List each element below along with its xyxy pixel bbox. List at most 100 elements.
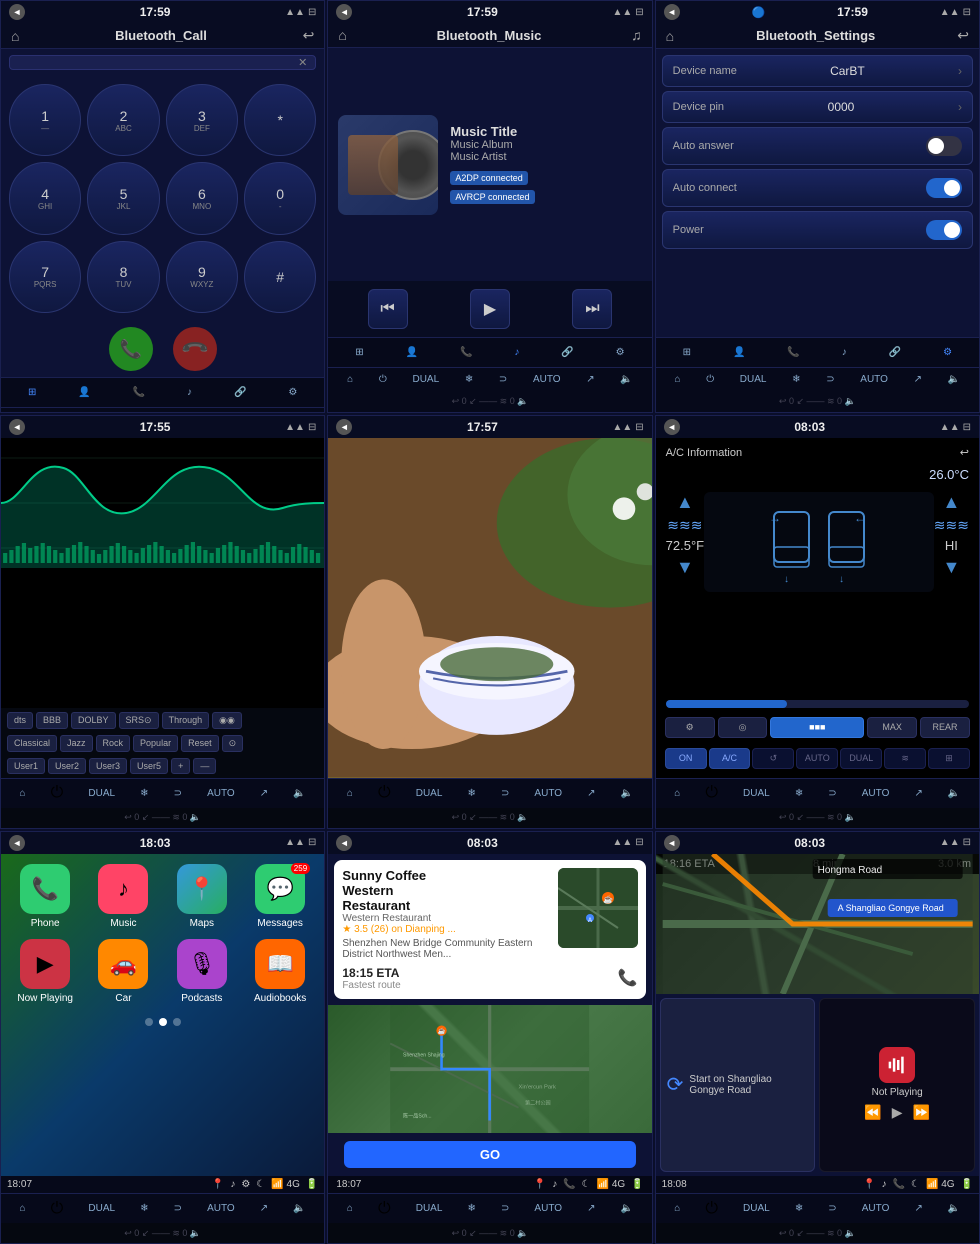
eq-classical[interactable]: Classical xyxy=(7,735,57,752)
ac-down-right[interactable]: ▼ xyxy=(942,557,960,578)
nav-grid-1[interactable]: ⊞ xyxy=(28,387,36,398)
dial-star[interactable]: * xyxy=(244,84,316,156)
nav-home-7[interactable]: ⌂ xyxy=(20,1203,26,1214)
home-icon-1[interactable]: ⌂ xyxy=(11,28,19,44)
ctrl-vol-8[interactable]: 🔈 xyxy=(621,1203,633,1214)
eq-circle[interactable]: ◉◉ xyxy=(212,712,242,729)
ctrl-power-2[interactable]: ⏻ xyxy=(379,374,387,385)
ctrl-car-3[interactable]: ⊃ xyxy=(826,374,834,385)
back-button-6[interactable]: ◄ xyxy=(664,419,680,435)
setting-device-pin[interactable]: Device pin 0000 › xyxy=(662,91,973,123)
ctrl-power-6[interactable]: ⏻ xyxy=(705,784,718,802)
ctrl-vol-2[interactable]: 🔈 xyxy=(620,374,632,385)
ctrl-auto-2[interactable]: AUTO xyxy=(533,374,561,385)
ctrl-snow-9[interactable]: ❄ xyxy=(795,1203,803,1214)
ctrl-car-5[interactable]: ⊃ xyxy=(501,788,509,799)
ctrl-vol-5[interactable]: 🔈 xyxy=(621,788,633,799)
back-button-4[interactable]: ◄ xyxy=(9,419,25,435)
ctrl-dual-3[interactable]: DUAL xyxy=(740,374,767,385)
ctrl-arr-7[interactable]: ↗ xyxy=(260,1203,268,1214)
ac-on-btn[interactable]: ON xyxy=(665,748,707,769)
eq-popular[interactable]: Popular xyxy=(133,735,178,752)
ctrl-home-3[interactable]: ⌂ xyxy=(674,374,680,385)
ctrl-dual-5[interactable]: DUAL xyxy=(416,788,443,799)
ctrl-snow-6[interactable]: ❄ xyxy=(795,788,803,799)
ctrl-power-5[interactable]: ⏻ xyxy=(378,784,391,802)
dot-1[interactable] xyxy=(145,1018,153,1026)
ctrl-car-7[interactable]: ⊃ xyxy=(174,1203,182,1214)
play-pause-button[interactable]: ▶ xyxy=(892,1104,903,1121)
ctrl-home-2[interactable]: ⌂ xyxy=(347,374,353,385)
ctrl-vol-3[interactable]: 🔈 xyxy=(948,374,960,385)
dial-2[interactable]: 2ABC xyxy=(87,84,159,156)
nav-home-9[interactable]: ⌂ xyxy=(674,1203,680,1214)
ac-dual-btn[interactable]: DUAL xyxy=(840,748,882,769)
dial-6[interactable]: 6MNO xyxy=(166,162,238,234)
nav-home-6[interactable]: ⌂ xyxy=(674,788,680,799)
ctrl-snow-5[interactable]: ❄ xyxy=(467,788,475,799)
app-car[interactable]: 🚗 Car xyxy=(89,939,157,1004)
ctrl-dual-2[interactable]: DUAL xyxy=(412,374,439,385)
prev-button[interactable]: ⏮ xyxy=(368,289,408,329)
eq-add[interactable]: + xyxy=(171,758,190,774)
nav-home-4[interactable]: ⌂ xyxy=(20,788,26,799)
back-button-3[interactable]: ◄ xyxy=(664,4,680,20)
ctrl-arr-6[interactable]: ↗ xyxy=(914,788,922,799)
dot-2[interactable] xyxy=(159,1018,167,1026)
back-button-9[interactable]: ◄ xyxy=(664,835,680,851)
nav-grid-3[interactable]: ⊞ xyxy=(683,347,691,358)
nav-link-2[interactable]: 🔗 xyxy=(561,347,573,358)
eq-reset[interactable]: Reset xyxy=(181,735,219,752)
nav-phone-2[interactable]: 📞 xyxy=(460,347,472,358)
nav-link-3[interactable]: 🔗 xyxy=(889,347,901,358)
nav-link-1[interactable]: 🔗 xyxy=(234,387,246,398)
dial-4[interactable]: 4GHI xyxy=(9,162,81,234)
call-button[interactable]: 📞 xyxy=(109,327,153,371)
search-bar-1[interactable]: ✕ xyxy=(9,55,316,70)
nav-settings-1[interactable]: ⚙ xyxy=(288,387,297,398)
play-button[interactable]: ▶ xyxy=(470,289,510,329)
ac-max-btn[interactable]: MAX xyxy=(867,717,917,738)
app-maps[interactable]: 📍 Maps xyxy=(168,864,236,929)
setting-device-name[interactable]: Device name CarBT › xyxy=(662,55,973,87)
ctrl-auto-6[interactable]: AUTO xyxy=(862,788,890,799)
ac-up-left[interactable]: ▲ xyxy=(676,492,694,513)
ctrl-power-4[interactable]: ⏻ xyxy=(51,784,64,802)
ac-gear-btn[interactable]: ⚙ xyxy=(665,717,715,738)
dial-1[interactable]: 1— xyxy=(9,84,81,156)
nav-settings-2[interactable]: ⚙ xyxy=(616,347,625,358)
nav-phone-3[interactable]: 📞 xyxy=(787,347,799,358)
ctrl-power-9[interactable]: ⏻ xyxy=(705,1200,718,1218)
back-button-8[interactable]: ◄ xyxy=(336,835,352,851)
ctrl-auto-9[interactable]: AUTO xyxy=(862,1203,890,1214)
ctrl-auto-4[interactable]: AUTO xyxy=(207,788,235,799)
ctrl-snow-4[interactable]: ❄ xyxy=(140,788,148,799)
eq-through[interactable]: Through xyxy=(162,712,210,729)
ac-recirculate-btn[interactable]: ↺ xyxy=(752,748,794,769)
back-button-5[interactable]: ◄ xyxy=(336,419,352,435)
ctrl-arr-2[interactable]: ↗ xyxy=(586,374,594,385)
app-now-playing[interactable]: ▶ Now Playing xyxy=(11,939,79,1004)
search-x-icon[interactable]: ✕ xyxy=(298,56,307,69)
ctrl-auto-3[interactable]: AUTO xyxy=(860,374,888,385)
ac-fan-btn[interactable]: ◎ xyxy=(718,717,768,738)
nav-grid-2[interactable]: ⊞ xyxy=(355,347,363,358)
ctrl-auto-7[interactable]: AUTO xyxy=(207,1203,235,1214)
ac-down-left[interactable]: ▼ xyxy=(676,557,694,578)
ctrl-snow-3[interactable]: ❄ xyxy=(792,374,800,385)
hangup-button[interactable]: 📞 xyxy=(164,318,226,380)
eq-remove[interactable]: — xyxy=(193,758,216,774)
nav-person-3[interactable]: 👤 xyxy=(733,347,745,358)
ctrl-power-3[interactable]: ⏻ xyxy=(706,374,714,385)
ctrl-dual-9[interactable]: DUAL xyxy=(743,1203,770,1214)
ctrl-car-4[interactable]: ⊃ xyxy=(174,788,182,799)
dial-0[interactable]: 0- xyxy=(244,162,316,234)
ctrl-vol-9[interactable]: 🔈 xyxy=(948,1203,960,1214)
nav-person-2[interactable]: 👤 xyxy=(406,347,418,358)
setting-auto-connect[interactable]: Auto connect xyxy=(662,169,973,207)
eq-dolby[interactable]: DOLBY xyxy=(71,712,116,729)
ctrl-arr-8[interactable]: ↗ xyxy=(587,1203,595,1214)
ac-defrost-btn[interactable]: ≋ xyxy=(884,748,926,769)
next-button[interactable]: ⏭ xyxy=(572,289,612,329)
ctrl-dual-4[interactable]: DUAL xyxy=(88,788,115,799)
